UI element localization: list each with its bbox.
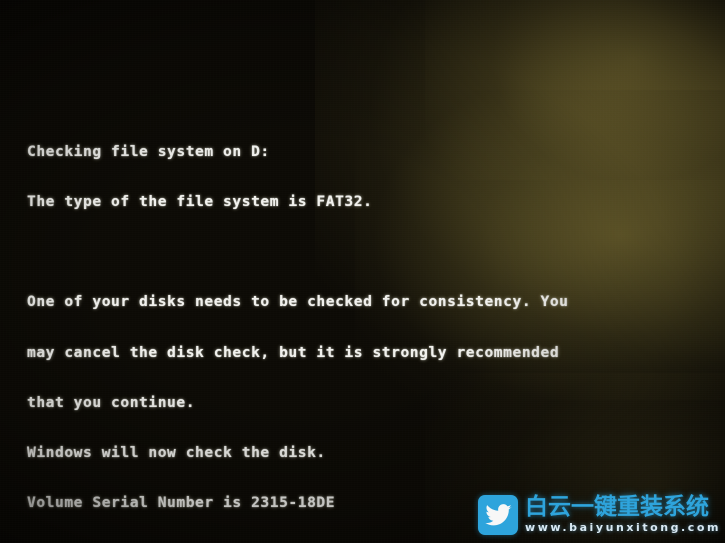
- watermark-texts: 白云一键重装系统 www.baiyunxitong.com: [525, 495, 721, 535]
- console-line: may cancel the disk check, but it is str…: [27, 343, 560, 361]
- monitor-photo-screen: Checking file system on D: The type of t…: [0, 0, 725, 543]
- watermark: 白云一键重装系统 www.baiyunxitong.com: [478, 492, 718, 538]
- watermark-brand-title: 白云一键重装系统: [525, 494, 709, 520]
- console-line: The type of the file system is FAT32.: [27, 192, 373, 210]
- console-line: One of your disks needs to be checked fo…: [27, 293, 569, 311]
- bird-icon: [478, 495, 518, 535]
- watermark-url: www.baiyunxitong.com: [525, 521, 721, 534]
- console-line: Windows will now check the disk.: [27, 444, 326, 461]
- chkdsk-console-output: Checking file system on D: The type of t…: [27, 110, 707, 543]
- console-line: Checking file system on D:: [27, 142, 270, 160]
- console-line: that you continue.: [27, 393, 196, 411]
